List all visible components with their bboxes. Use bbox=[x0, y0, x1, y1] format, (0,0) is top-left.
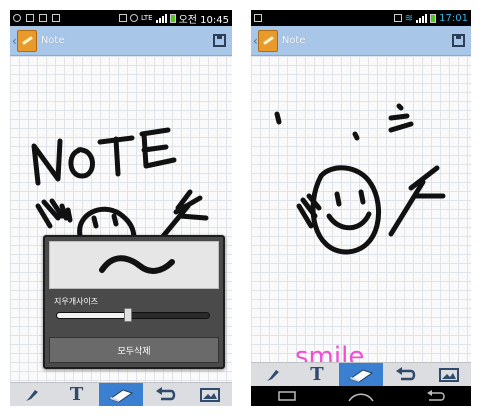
bluetooth-icon bbox=[393, 14, 402, 22]
page-title: Note bbox=[40, 35, 65, 46]
home-icon[interactable] bbox=[347, 390, 375, 402]
signal-icon bbox=[416, 13, 428, 23]
save-icon[interactable] bbox=[452, 34, 465, 47]
status-bar: ≋ 17:01 bbox=[251, 10, 471, 26]
usb-icon bbox=[26, 14, 34, 22]
eraser-tool-button[interactable] bbox=[98, 383, 144, 406]
screen-icon bbox=[39, 14, 47, 22]
image-icon bbox=[199, 387, 220, 402]
undo-icon bbox=[156, 386, 176, 400]
back-icon[interactable] bbox=[423, 390, 447, 402]
signal-icon bbox=[155, 13, 167, 23]
recent-apps-icon[interactable] bbox=[275, 390, 299, 402]
undo-tool-button[interactable] bbox=[143, 383, 187, 406]
image-icon bbox=[52, 14, 60, 22]
clock: 17:01 bbox=[439, 12, 468, 24]
g-icon bbox=[13, 14, 21, 22]
undo-tool-button[interactable] bbox=[383, 363, 427, 386]
wifi-icon: ≋ bbox=[404, 12, 414, 24]
android-nav-bar bbox=[251, 386, 471, 406]
brush-icon bbox=[267, 369, 279, 381]
clear-all-button[interactable]: 모두삭제 bbox=[49, 337, 219, 363]
eraser-size-preview bbox=[49, 241, 219, 289]
handwriting-strokes bbox=[274, 103, 446, 255]
vibrate-icon bbox=[118, 14, 127, 22]
eraser-size-label: 지우개사이즈 bbox=[54, 297, 99, 306]
text-tool-button[interactable]: T bbox=[54, 383, 98, 406]
network-type: LTE bbox=[140, 14, 153, 22]
image-tool-button[interactable] bbox=[188, 383, 232, 406]
text-icon: T bbox=[310, 364, 324, 385]
note-app-icon[interactable] bbox=[16, 29, 37, 52]
title-bar: ‹ Note bbox=[10, 26, 232, 56]
eraser-tool-button[interactable] bbox=[339, 363, 383, 386]
pen-tool-button[interactable] bbox=[10, 383, 54, 406]
eraser-settings-popup: 지우개사이즈 모두삭제 bbox=[43, 235, 225, 369]
alarm-icon bbox=[129, 14, 138, 22]
status-bar: LTE 오전 10:45 bbox=[10, 10, 232, 26]
left-phone-screen: LTE 오전 10:45 ‹ Note 지우개사이즈 모두삭제 T bbox=[10, 10, 232, 406]
save-icon[interactable] bbox=[213, 34, 226, 47]
clock: 오전 10:45 bbox=[178, 14, 229, 26]
text-icon: T bbox=[69, 384, 84, 405]
eraser-preview-stroke bbox=[99, 255, 175, 274]
note-app-icon[interactable] bbox=[257, 29, 278, 52]
slider-thumb[interactable] bbox=[124, 308, 133, 322]
drawing-canvas[interactable]: smile bbox=[251, 56, 471, 372]
text-tool-button[interactable]: T bbox=[295, 363, 339, 386]
eraser-icon bbox=[348, 368, 374, 383]
undo-icon bbox=[396, 366, 416, 380]
slider-fill bbox=[57, 313, 129, 318]
pen-tool-button[interactable] bbox=[251, 363, 295, 386]
image-icon bbox=[254, 14, 262, 22]
brush-icon bbox=[26, 389, 39, 401]
eraser-size-slider[interactable] bbox=[56, 308, 210, 322]
image-icon bbox=[439, 367, 459, 382]
eraser-icon bbox=[108, 388, 134, 403]
tool-bar: T bbox=[10, 382, 232, 406]
title-bar: ‹ Note bbox=[251, 26, 471, 56]
battery-icon bbox=[430, 13, 437, 23]
tool-bar: T bbox=[251, 362, 471, 386]
image-tool-button[interactable] bbox=[427, 363, 471, 386]
right-phone-screen: ≋ 17:01 ‹ Note smile T bbox=[251, 10, 471, 406]
battery-icon bbox=[169, 13, 176, 23]
page-title: Note bbox=[281, 35, 306, 46]
